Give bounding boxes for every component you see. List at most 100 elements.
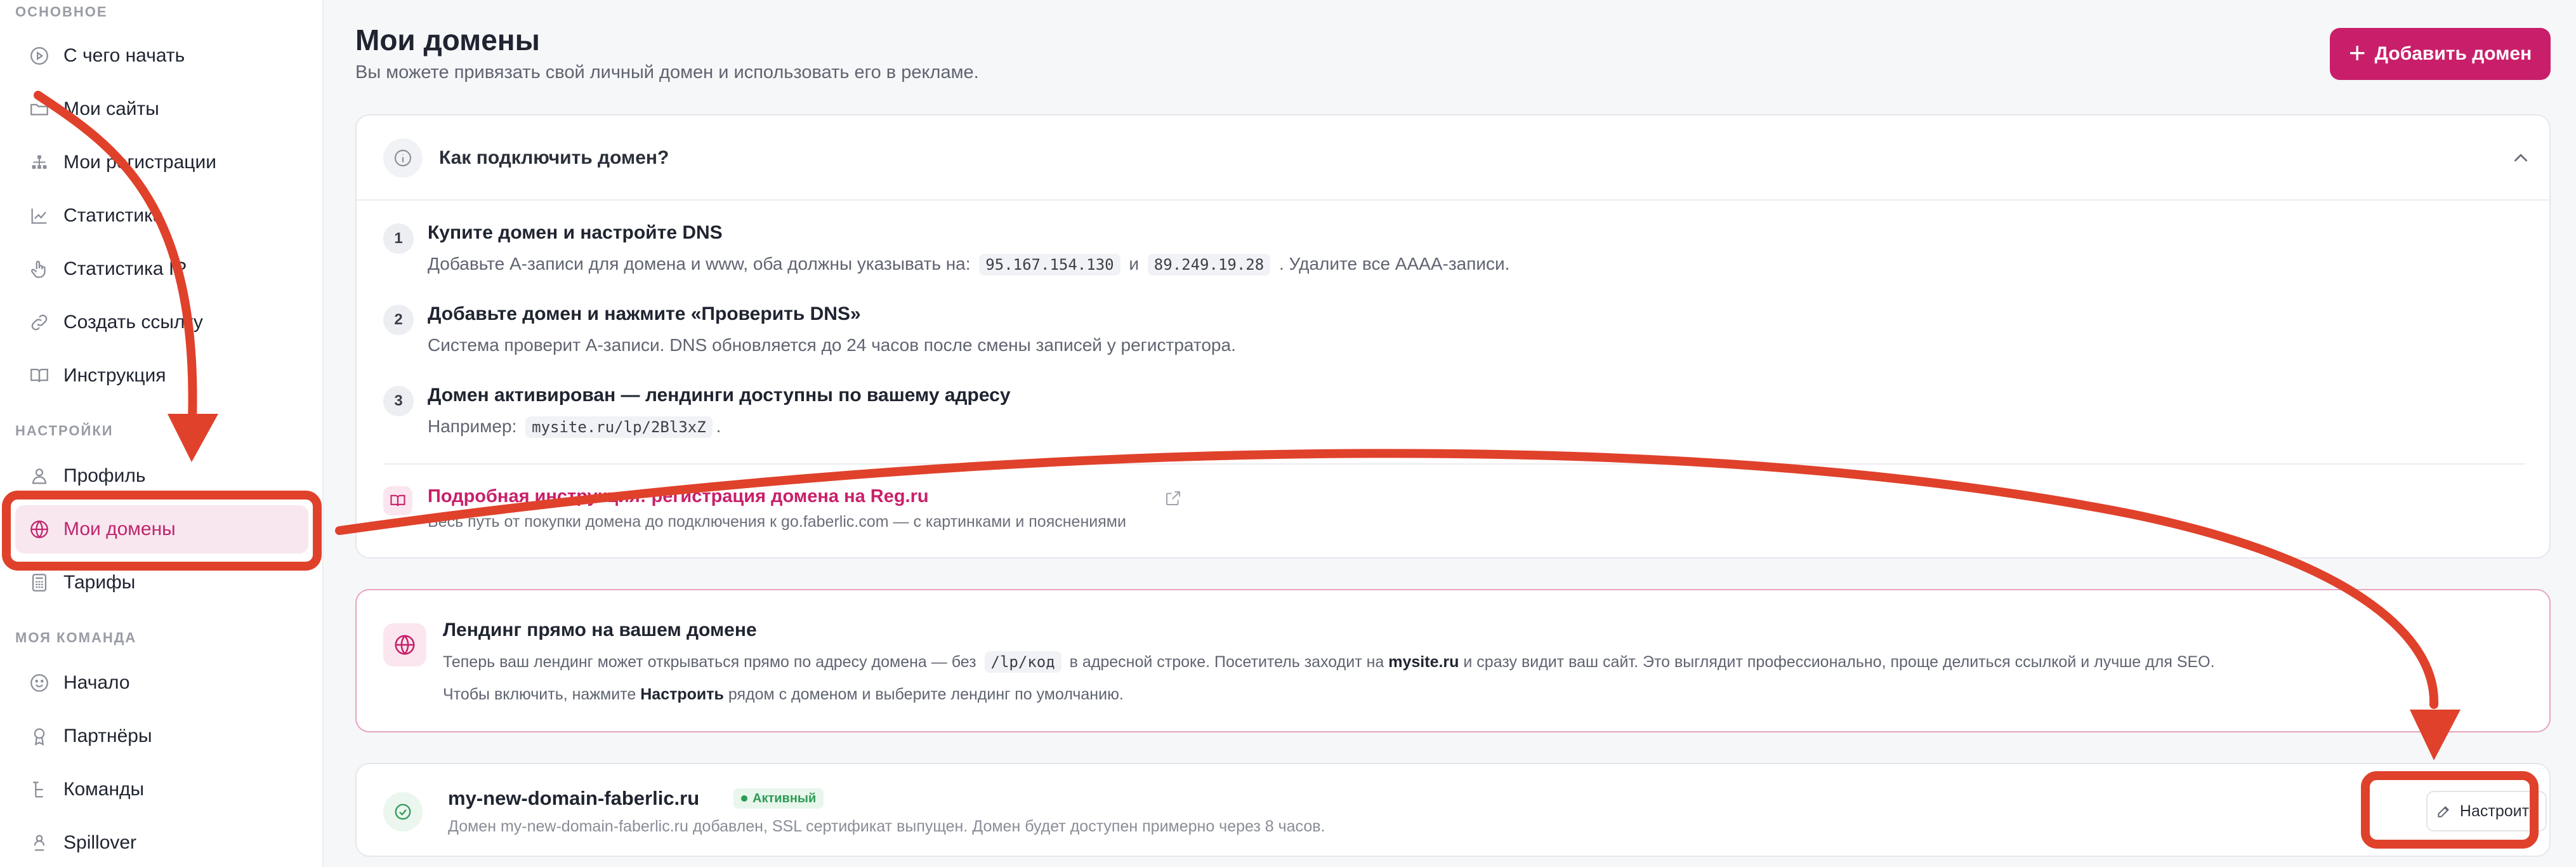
sidebar-item-partners[interactable]: Партнёры bbox=[15, 712, 308, 760]
sidebar-item-label: Spillover bbox=[63, 832, 137, 853]
sidebar-section-team: МОЯ КОМАНДА bbox=[15, 630, 137, 645]
step-text-part: Например: bbox=[428, 416, 517, 436]
landing-text: Теперь ваш лендинг может открываться пря… bbox=[443, 651, 2215, 673]
main-content: Мои домены Вы можете привязать свой личн… bbox=[325, 0, 2576, 867]
step-text-part: . bbox=[716, 416, 721, 436]
divider bbox=[383, 463, 2525, 465]
book-icon bbox=[383, 486, 412, 515]
folder-icon bbox=[15, 98, 63, 120]
calculator-icon bbox=[15, 572, 63, 593]
configure-label: Настроить bbox=[2459, 802, 2538, 820]
sidebar-item-spillover[interactable]: Spillover bbox=[15, 819, 308, 867]
external-link-icon[interactable] bbox=[1164, 489, 1183, 511]
page-title: Мои домены bbox=[355, 23, 540, 56]
landing-site: mysite.ru bbox=[1388, 653, 1459, 671]
howto-header[interactable]: Как подключить домен? bbox=[357, 116, 2549, 201]
sidebar-item-label: Команды bbox=[63, 779, 145, 800]
sidebar-item-label: Статистика IP bbox=[63, 258, 187, 279]
status-dot bbox=[741, 795, 747, 802]
plus-icon: + bbox=[2348, 36, 2366, 69]
sidebar-item-label: Начало bbox=[63, 672, 130, 693]
guide-link[interactable]: Подробная инструкция: регистрация домена… bbox=[428, 486, 929, 507]
user-icon bbox=[15, 465, 63, 487]
award-icon bbox=[15, 725, 63, 747]
sidebar-item-label: Статистика bbox=[63, 205, 164, 226]
sidebar-item-label: Инструкция bbox=[63, 365, 166, 386]
hierarchy-icon bbox=[15, 152, 63, 173]
step-text: Например: mysite.ru/lp/2Bl3xZ. bbox=[428, 416, 721, 438]
landing-info-panel: Лендинг прямо на вашем домене Теперь ваш… bbox=[355, 589, 2551, 732]
ip-code: 89.249.19.28 bbox=[1147, 254, 1271, 275]
status-label: Активный bbox=[752, 791, 817, 805]
domain-row: my-new-domain-faberlic.ru Активный Домен… bbox=[355, 763, 2551, 857]
play-circle-icon bbox=[15, 45, 63, 67]
sidebar-item-getting-started[interactable]: С чего начать bbox=[15, 32, 308, 80]
sidebar-item-label: Мои регистрации bbox=[63, 152, 216, 173]
user-stack-icon bbox=[15, 832, 63, 854]
sidebar-item-instructions[interactable]: Инструкция bbox=[15, 352, 308, 400]
globe-icon bbox=[15, 519, 63, 540]
howto-title: Как подключить домен? bbox=[439, 147, 669, 168]
sidebar-item-label: Партнёры bbox=[63, 725, 152, 746]
step-number: 3 bbox=[383, 386, 414, 416]
add-domain-label: Добавить домен bbox=[2374, 43, 2532, 64]
sidebar-item-my-domains[interactable]: Мои домены bbox=[15, 505, 308, 553]
chevron-up-icon[interactable] bbox=[2509, 146, 2533, 173]
sidebar-item-tariffs[interactable]: Тарифы bbox=[15, 559, 308, 607]
step-text-part: . Удалите все AAAA-записи. bbox=[1278, 254, 1510, 274]
sidebar-item-label: Тарифы bbox=[63, 572, 136, 593]
landing-hint-part: рядом с доменом и выберите лендинг по ум… bbox=[728, 685, 1124, 703]
lp-code: /lp/код bbox=[984, 651, 1061, 673]
sidebar-item-label: Создать ссылку bbox=[63, 312, 203, 333]
sidebar-item-create-link[interactable]: Создать ссылку bbox=[15, 298, 308, 347]
step-title: Добавьте домен и нажмите «Проверить DNS» bbox=[428, 303, 861, 324]
configure-button[interactable]: Настроить bbox=[2426, 791, 2547, 831]
sidebar-item-my-sites[interactable]: Мои сайты bbox=[15, 85, 308, 133]
guide-subtitle: Весь путь от покупки домена до подключен… bbox=[428, 513, 1126, 531]
step-title: Домен активирован — лендинги доступны по… bbox=[428, 385, 1011, 406]
sidebar-item-label: С чего начать bbox=[63, 45, 185, 66]
step-number: 2 bbox=[383, 305, 414, 335]
step-text-part: Добавьте A-записи для домена и www, оба … bbox=[428, 254, 971, 274]
landing-hint: Чтобы включить, нажмите Настроить рядом … bbox=[443, 685, 1124, 704]
landing-hint-part: Чтобы включить, нажмите bbox=[443, 685, 636, 703]
sidebar-item-statistics-ip[interactable]: Статистика IP bbox=[15, 245, 308, 293]
globe-icon bbox=[383, 623, 426, 666]
link-icon bbox=[15, 312, 63, 333]
tree-icon bbox=[15, 779, 63, 800]
howto-panel: Как подключить домен? 1 Купите домен и н… bbox=[355, 114, 2551, 559]
check-circle-icon bbox=[383, 792, 423, 831]
info-icon bbox=[383, 138, 423, 178]
sidebar-item-teams[interactable]: Команды bbox=[15, 765, 308, 814]
sidebar-item-start[interactable]: Начало bbox=[15, 659, 308, 707]
status-badge: Активный bbox=[733, 788, 824, 809]
step-text-part: и bbox=[1129, 254, 1140, 274]
line-chart-icon bbox=[15, 205, 63, 227]
sidebar-section-main: ОСНОВНОЕ bbox=[15, 4, 108, 20]
sidebar-item-label: Мои сайты bbox=[63, 98, 159, 119]
sidebar: ОСНОВНОЕ С чего начать Мои сайты Мои рег… bbox=[0, 0, 324, 867]
step-text: Система проверит A-записи. DNS обновляет… bbox=[428, 335, 1236, 355]
sidebar-item-statistics[interactable]: Статистика bbox=[15, 192, 308, 240]
book-icon bbox=[15, 365, 63, 387]
sidebar-item-registrations[interactable]: Мои регистрации bbox=[15, 138, 308, 187]
sidebar-item-profile[interactable]: Профиль bbox=[15, 452, 308, 500]
smile-icon bbox=[15, 672, 63, 694]
step-number: 1 bbox=[383, 223, 414, 254]
sidebar-item-label: Профиль bbox=[63, 465, 146, 486]
add-domain-button[interactable]: + Добавить домен bbox=[2330, 28, 2551, 80]
sidebar-item-label: Мои домены bbox=[63, 519, 176, 539]
landing-text-part: и сразу видит ваш сайт. Это выглядит про… bbox=[1463, 653, 2215, 671]
ip-code: 95.167.154.130 bbox=[979, 254, 1120, 275]
domain-description: Домен my-new-domain-faberlic.ru добавлен… bbox=[448, 817, 1325, 835]
domain-name: my-new-domain-faberlic.ru bbox=[448, 787, 700, 809]
landing-text-part: Теперь ваш лендинг может открываться пря… bbox=[443, 653, 976, 671]
landing-text-part: в адресной строке. Посетитель заходит на bbox=[1069, 653, 1384, 671]
landing-hint-bold: Настроить bbox=[640, 685, 724, 703]
landing-title: Лендинг прямо на вашем домене bbox=[443, 619, 757, 640]
step-title: Купите домен и настройте DNS bbox=[428, 222, 723, 243]
page-subtitle: Вы можете привязать свой личный домен и … bbox=[355, 62, 979, 83]
example-code: mysite.ru/lp/2Bl3xZ bbox=[525, 416, 713, 438]
sidebar-section-settings: НАСТРОЙКИ bbox=[15, 423, 114, 439]
step-text: Добавьте A-записи для домена и www, оба … bbox=[428, 254, 1509, 275]
